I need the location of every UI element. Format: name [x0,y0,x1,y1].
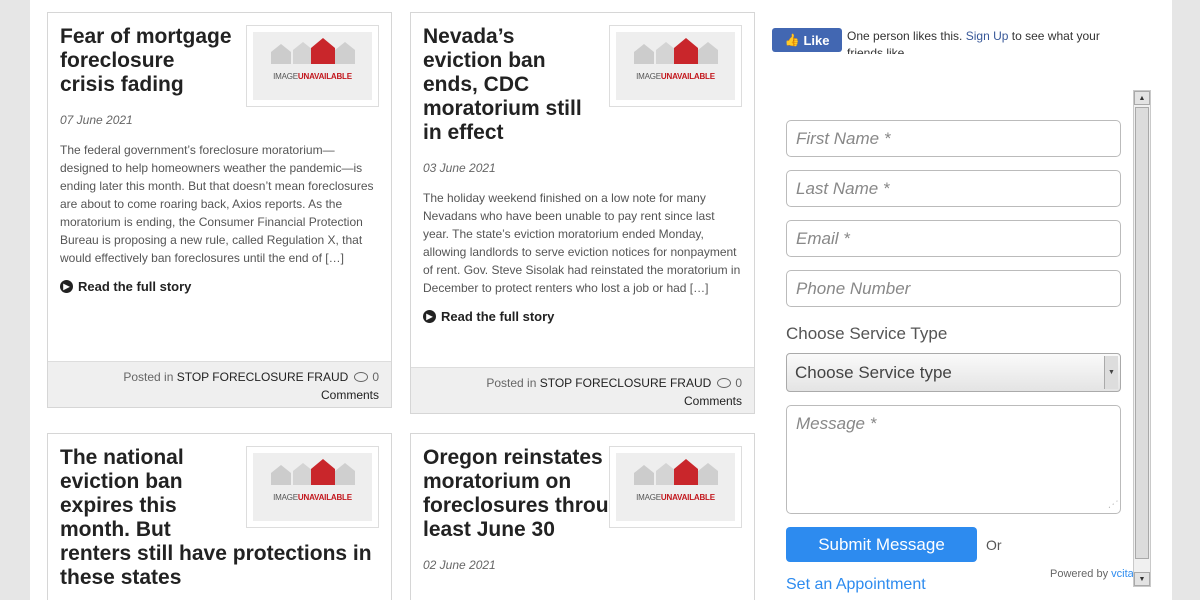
comments-link[interactable]: Comments [684,394,742,408]
chevron-down-icon: ▼ [1104,356,1118,389]
image-unavailable-text: IMAGEUNAVAILABLE [273,493,352,502]
last-name-field[interactable]: Last Name * [786,170,1121,207]
post-thumbnail[interactable]: IMAGEUNAVAILABLE [246,446,379,528]
message-field[interactable]: Message * ⋰ [786,405,1121,514]
post-title[interactable]: Fear of mortgage foreclosure crisis fadi… [60,25,235,97]
image-unavailable-text: IMAGEUNAVAILABLE [273,72,352,81]
post-card: IMAGEUNAVAILABLE Oregon reinstates morat… [410,433,755,600]
like-label: Like [803,32,830,48]
likes-count-text: One person likes this. [847,29,963,43]
service-selected-value: Choose Service type [795,363,952,382]
thumbs-up-icon: 👍 [784,33,800,47]
arrow-right-icon: ▶ [423,310,436,323]
comment-count[interactable]: 0 [735,376,742,390]
comment-icon [717,378,732,388]
posted-in-label: Posted in [123,370,174,384]
powered-by-text: Powered by [1050,568,1109,580]
service-type-select[interactable]: Choose Service type ▼ [786,353,1121,392]
category-link[interactable]: STOP FORECLOSURE FRAUD [177,370,349,384]
vcita-link[interactable]: vcita [1111,568,1134,580]
post-footer: Posted in STOP FORECLOSURE FRAUD 0 Commen… [48,361,391,407]
houses-icon [634,459,718,485]
scrollbar-thumb[interactable] [1135,107,1149,559]
read-more-link[interactable]: ▶ Read the full story [423,309,742,324]
post-footer: Posted in STOP FORECLOSURE FRAUD 0 Commen… [411,367,754,413]
scroll-up-icon[interactable]: ▲ [1134,91,1150,105]
comment-count[interactable]: 0 [372,370,379,384]
houses-icon [634,38,718,64]
post-date: 03 June 2021 [423,161,496,175]
read-more-label: Read the full story [78,279,192,294]
submit-message-button[interactable]: Submit Message [786,527,977,562]
image-unavailable-text: IMAGEUNAVAILABLE [636,493,715,502]
post-excerpt: The federal government’s foreclosure mor… [60,143,374,265]
post-card: IMAGEUNAVAILABLE Nevada’s eviction ban e… [410,12,755,414]
post-thumbnail[interactable]: IMAGEUNAVAILABLE [246,25,379,107]
category-link[interactable]: STOP FORECLOSURE FRAUD [540,376,712,390]
post-thumbnail[interactable]: IMAGEUNAVAILABLE [609,446,742,528]
email-field[interactable]: Email * [786,220,1121,257]
houses-icon [271,459,355,485]
arrow-right-icon: ▶ [60,280,73,293]
message-placeholder: Message * [796,414,877,433]
posted-in-label: Posted in [486,376,537,390]
service-type-label: Choose Service Type [786,324,948,343]
resize-grip-icon[interactable]: ⋰ [1108,499,1117,510]
facebook-like-text: One person likes this. Sign Up to see wh… [847,28,1127,54]
powered-by-label: Powered by vcita [1050,568,1134,580]
facebook-signup-link[interactable]: Sign Up [966,29,1009,43]
houses-icon [271,38,355,64]
first-name-field[interactable]: First Name * [786,120,1121,157]
post-title-part-1[interactable]: The national eviction ban expires this m… [60,446,235,542]
post-title[interactable]: Nevada’s eviction ban ends, CDC moratori… [423,25,598,145]
read-more-label: Read the full story [441,309,555,324]
facebook-like-button[interactable]: 👍 Like [772,28,842,52]
post-thumbnail[interactable]: IMAGEUNAVAILABLE [609,25,742,107]
form-scrollbar[interactable]: ▲ ▼ [1133,90,1151,587]
post-date: 02 June 2021 [423,558,496,572]
facebook-like-widget: 👍 Like One person likes this. Sign Up to … [772,28,1132,54]
post-card: IMAGEUNAVAILABLE The national eviction b… [47,433,392,600]
image-unavailable-text: IMAGEUNAVAILABLE [636,72,715,81]
post-date: 07 June 2021 [60,113,133,127]
comment-icon [354,372,369,382]
post-excerpt: The holiday weekend finished on a low no… [423,191,741,295]
set-appointment-link[interactable]: Set an Appointment [786,576,926,594]
or-separator: Or [986,537,1002,553]
read-more-link[interactable]: ▶ Read the full story [60,279,379,294]
comments-link[interactable]: Comments [321,388,379,402]
scroll-down-icon[interactable]: ▼ [1134,572,1150,586]
post-title-part-2[interactable]: renters still have protections in these … [60,542,379,590]
post-card: IMAGEUNAVAILABLE Fear of mortgage forecl… [47,12,392,408]
phone-field[interactable]: Phone Number [786,270,1121,307]
